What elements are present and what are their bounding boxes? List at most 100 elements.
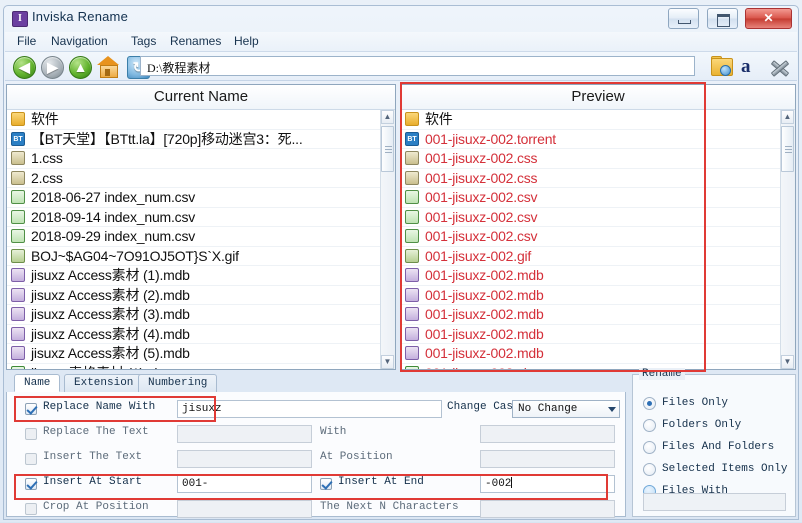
insert-at-end-input[interactable]: -002 [480,475,615,493]
list-item[interactable]: 2018-06-27 index_num.csv [7,188,381,208]
list-item[interactable]: 001-jisuxz-002.mdb [401,344,781,364]
list-item[interactable]: 软件 [401,110,781,130]
insert-at-end-checkbox[interactable] [320,478,332,490]
list-item[interactable]: jisuxz Access素材 (4).mdb [7,325,381,344]
list-item[interactable]: 001-jisuxz-002.css [401,149,781,169]
list-item[interactable]: 001-jisuxz-002.mdb [401,325,781,344]
list-item[interactable]: 001-jisuxz-002.css [401,169,781,188]
list-item[interactable]: 001-jisuxz-002.mdb [401,266,781,286]
menu-navigation[interactable]: Navigation [49,34,110,48]
list-item[interactable]: jisuxz 表格素材 (1).xls [7,364,381,369]
replace-the-text-checkbox[interactable] [25,428,37,440]
list-item[interactable]: jisuxz Access素材 (3).mdb [7,305,381,325]
list-item[interactable]: 001-jisuxz-002.mdb [401,286,781,305]
list-item[interactable]: 001-jisuxz-002.csv [401,208,781,227]
next-n-characters-input[interactable] [480,500,615,518]
list-item[interactable]: jisuxz Access素材 (2).mdb [7,286,381,305]
css-file-icon [11,170,25,185]
csv-file-icon [405,190,419,204]
forward-button[interactable]: ▶ [41,56,64,79]
insert-the-text-checkbox[interactable] [25,453,37,465]
list-item-label: 001-jisuxz-002.mdb [425,345,544,361]
css-file-icon [11,151,25,165]
back-button[interactable]: ◀ [13,56,36,79]
tab-extension[interactable]: Extension [64,374,144,392]
list-item-label: 001-jisuxz-002.xls [425,364,534,370]
folder-file-icon [11,112,25,126]
with-input[interactable] [480,425,615,443]
list-item[interactable]: 1.css [7,149,381,169]
scroll-down-icon[interactable]: ▼ [381,355,394,369]
preview-scrollbar[interactable]: ▲ ▼ [780,110,795,369]
menu-bar: File Navigation Tags Renames Help [5,32,797,52]
address-bar[interactable]: D:\教程素材 [140,56,695,76]
insert-at-end-label: Insert At End [338,476,424,488]
close-button[interactable]: ✕ [745,8,792,29]
list-item[interactable]: BT 001-jisuxz-002.torrent [401,130,781,149]
insert-the-text-input[interactable] [177,450,312,468]
insert-at-start-checkbox[interactable] [25,478,37,490]
radio-files-only[interactable] [643,397,656,410]
list-item[interactable]: BOJ~$AG04~7O91OJ5OT}S`X.gif [7,247,381,266]
preview-list[interactable]: 软件 BT 001-jisuxz-002.torrent 001-jisuxz-002… [401,110,781,369]
radio-selected-items-only[interactable] [643,463,656,476]
up-button[interactable]: ▲ [69,56,92,79]
list-item[interactable]: 2018-09-29 index_num.csv [7,227,381,247]
option-row-replace-name: Replace Name With jisuxz Change Case No … [7,398,627,423]
list-item-label: jisuxz Access素材 (5).mdb [31,345,190,361]
menu-renames[interactable]: Renames [168,34,223,48]
list-item[interactable]: 001-jisuxz-002.csv [401,227,781,247]
scroll-up-icon[interactable]: ▲ [381,110,394,124]
replace-name-with-input[interactable]: jisuxz [177,400,442,418]
list-item[interactable]: jisuxz Access素材 (5).mdb [7,344,381,364]
list-item[interactable]: 001-jisuxz-002.xls [401,364,781,370]
crop-at-position-checkbox[interactable] [25,503,37,515]
home-button[interactable] [97,55,120,78]
current-name-list[interactable]: 软件 BT 【BT天堂】【BTtt.la】[720p]移动迷宫3：死... 1.css… [7,110,381,369]
insert-at-start-input[interactable]: 001- [177,475,312,493]
font-button[interactable]: a [741,56,759,77]
open-folder-icon [711,56,733,76]
current-name-scrollbar[interactable]: ▲ ▼ [380,110,395,369]
tab-name[interactable]: Name [14,374,61,392]
menu-help[interactable]: Help [232,34,261,48]
replace-name-with-checkbox[interactable] [25,403,37,415]
mdb-file-icon [405,287,419,302]
list-item[interactable]: jisuxz Access素材 (1).mdb [7,266,381,286]
crop-at-position-input[interactable] [177,500,312,518]
list-item[interactable]: 2018-09-14 index_num.csv [7,208,381,227]
tab-numbering[interactable]: Numbering [138,374,218,392]
scroll-thumb[interactable] [381,126,394,172]
current-name-pane: Current Name 软件 BT 【BT天堂】【BTtt.la】[720p]移动… [6,84,396,370]
radio-files-only-label: Files Only [662,397,729,409]
preview-scroll-thumb[interactable] [781,126,794,172]
list-item[interactable]: 2.css [7,169,381,188]
radio-files-and-folders[interactable] [643,441,656,454]
list-item-label: 【BT天堂】【BTtt.la】[720p]移动迷宫3：死... [31,130,303,147]
replace-the-text-input[interactable] [177,425,312,443]
list-item[interactable]: BT 【BT天堂】【BTtt.la】[720p]移动迷宫3：死... [7,130,381,149]
list-item[interactable]: 001-jisuxz-002.csv [401,188,781,208]
radio-folders-only[interactable] [643,419,656,432]
preview-scroll-down-icon[interactable]: ▼ [781,355,794,369]
minimize-button[interactable] [668,8,700,29]
list-item[interactable]: 软件 [7,110,381,130]
list-item[interactable]: 001-jisuxz-002.mdb [401,305,781,325]
mdb-file-icon [11,326,25,341]
extensions-input[interactable] [643,493,786,511]
change-case-select[interactable]: No Change [512,400,620,418]
tools-icon [769,58,790,77]
replace-name-with-label: Replace Name With [43,401,156,413]
preview-scroll-up-icon[interactable]: ▲ [781,110,794,124]
list-item-label: 001-jisuxz-002.mdb [425,325,544,342]
mdb-file-icon [405,307,419,321]
menu-tags[interactable]: Tags [129,34,158,48]
menu-file[interactable]: File [15,34,38,48]
open-folder-button[interactable] [711,56,733,77]
tools-button[interactable] [769,56,791,77]
list-item[interactable]: 001-jisuxz-002.gif [401,247,781,266]
maximize-button[interactable] [706,8,738,29]
list-item-label: 2018-09-29 index_num.csv [31,228,196,244]
gif-file-icon [405,248,419,263]
at-position-input[interactable] [480,450,615,468]
